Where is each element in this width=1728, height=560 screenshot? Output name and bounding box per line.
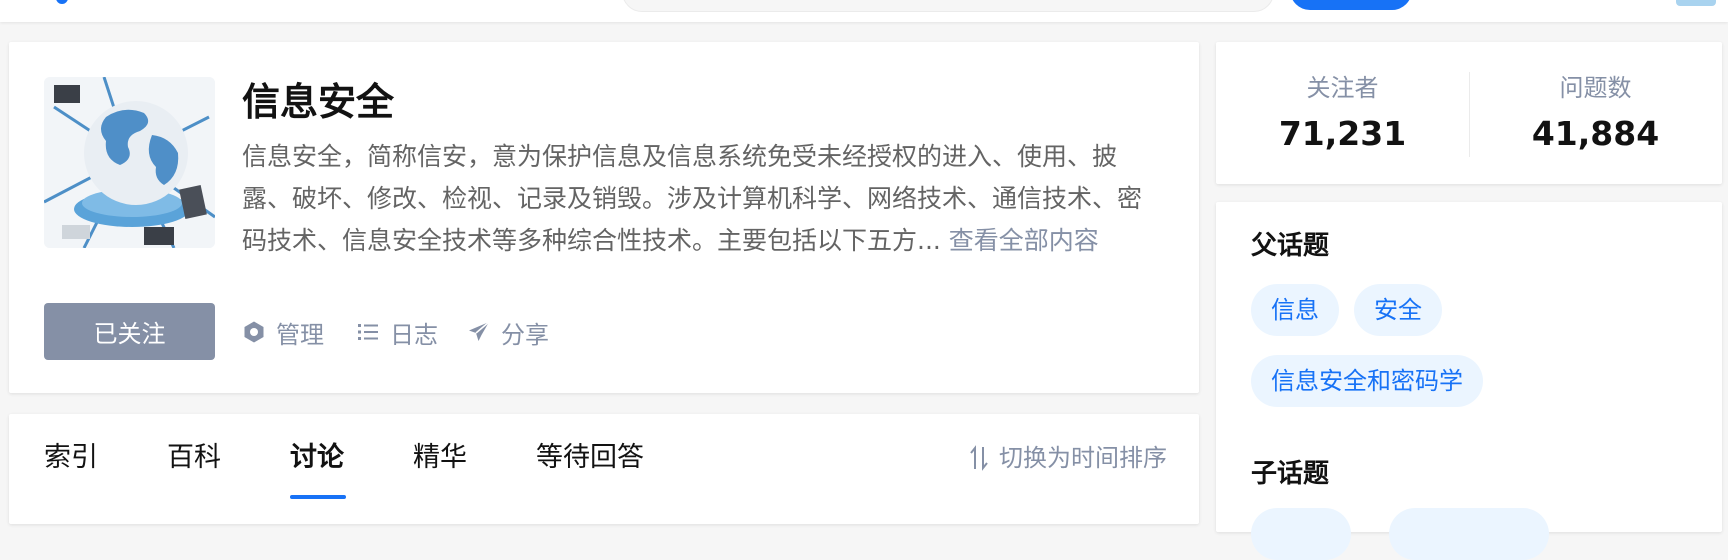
parent-topic-chip[interactable]: 信息: [1251, 284, 1339, 336]
manage-label: 管理: [276, 320, 324, 349]
tab-wiki[interactable]: 百科: [167, 438, 221, 478]
followers-label: 关注者: [1306, 74, 1379, 102]
questions-count: 41,884: [1531, 114, 1660, 153]
share-button[interactable]: 分享: [467, 312, 549, 352]
tab-unanswered[interactable]: 等待回答: [536, 438, 644, 478]
child-topic-chip[interactable]: [1389, 508, 1549, 560]
ask-question-button[interactable]: [1290, 0, 1412, 10]
parent-topic-chip[interactable]: 安全: [1354, 284, 1442, 336]
followers-count: 71,231: [1278, 114, 1407, 153]
search-input[interactable]: [622, 0, 1274, 12]
site-logo[interactable]: [56, 0, 68, 4]
top-header: [0, 0, 1728, 22]
child-topics-title: 子话题: [1251, 459, 1330, 489]
follow-button[interactable]: 已关注: [44, 303, 215, 360]
related-topics-card: 父话题 信息 安全 信息安全和密码学 子话题: [1216, 202, 1722, 560]
tab-index[interactable]: 索引: [44, 438, 98, 478]
manage-button[interactable]: 管理: [242, 312, 324, 352]
questions-label: 问题数: [1559, 74, 1632, 102]
topic-tabs-card: 索引 百科 讨论 精华 等待回答 切换为时间排序: [9, 414, 1199, 524]
parent-topics-title: 父话题: [1251, 231, 1330, 261]
sort-toggle-label: 切换为时间排序: [999, 444, 1167, 472]
topic-title: 信息安全: [242, 80, 395, 124]
child-topic-chip[interactable]: [1251, 508, 1351, 560]
read-more-link[interactable]: 查看全部内容: [949, 226, 1099, 255]
log-button[interactable]: 日志: [356, 312, 438, 352]
list-icon: [358, 324, 378, 340]
log-label: 日志: [390, 320, 438, 349]
user-avatar[interactable]: [1676, 0, 1716, 6]
topic-header-card: 信息安全 信息安全，简称信安，意为保护信息及信息系统免受未经授权的进入、使用、披…: [9, 42, 1199, 393]
topic-description: 信息安全，简称信安，意为保护信息及信息系统免受未经授权的进入、使用、披露、破坏、…: [242, 136, 1162, 262]
paper-plane-icon: [469, 321, 490, 341]
followers-stat[interactable]: 关注者 71,231: [1216, 72, 1469, 156]
globe-network-image: [44, 77, 215, 248]
tab-discussion[interactable]: 讨论: [290, 438, 344, 478]
parent-topic-chip[interactable]: 信息安全和密码学: [1251, 355, 1483, 407]
share-label: 分享: [501, 320, 549, 349]
questions-stat[interactable]: 问题数 41,884: [1469, 72, 1722, 156]
topic-avatar: [44, 77, 215, 248]
manage-icon: [244, 321, 264, 343]
sort-toggle-button[interactable]: 切换为时间排序: [969, 442, 1167, 474]
active-tab-indicator: [290, 495, 346, 499]
sort-arrows-icon: [970, 445, 988, 471]
topic-stats-card: 关注者 71,231 问题数 41,884: [1216, 42, 1722, 184]
tab-essence[interactable]: 精华: [413, 438, 467, 478]
